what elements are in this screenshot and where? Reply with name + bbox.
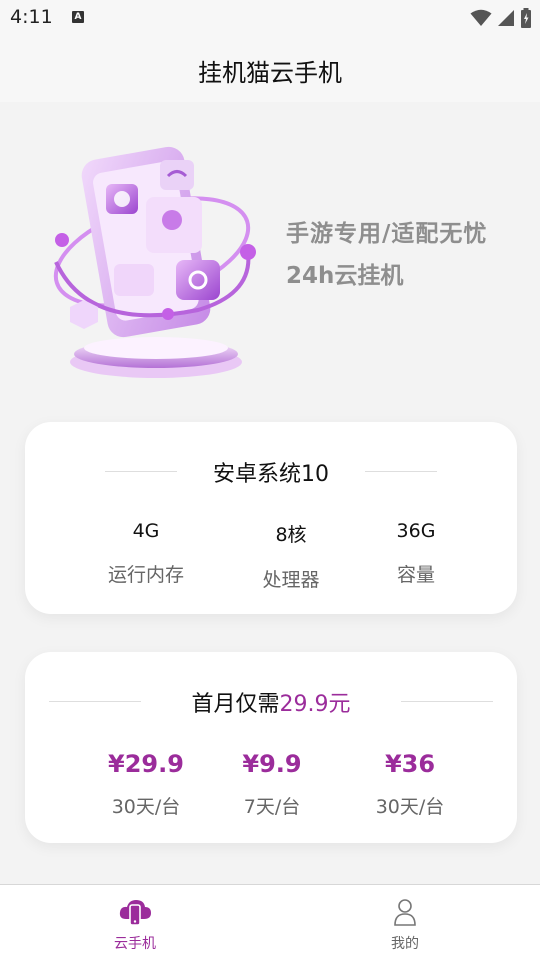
- price-option-3[interactable]: ¥36 30天/台: [340, 750, 480, 819]
- hero-slogan-line2: 24h云挂机: [286, 263, 404, 289]
- price-option-2[interactable]: ¥9.9 7天/台: [202, 750, 342, 819]
- specs-card: 安卓系统10 4G 运行内存 8核 处理器 36G 容量: [25, 422, 517, 614]
- cloud-phone-icon: [119, 900, 151, 926]
- spec-value: 8核: [275, 524, 307, 546]
- title-divider-left: [105, 471, 177, 472]
- user-icon: [394, 899, 416, 926]
- specs-card-title: 安卓系统10: [213, 462, 329, 487]
- wifi-icon: [470, 9, 492, 26]
- spec-item-memory: 4G 运行内存: [76, 520, 216, 587]
- price-card-title: 首月仅需29.9元: [191, 692, 350, 717]
- notification-a-icon: A: [72, 11, 84, 23]
- status-bar: 4:11 A: [0, 0, 540, 36]
- price-value: ¥29.9: [108, 750, 184, 778]
- cloud-phone-illustration: [53, 146, 256, 378]
- price-title-prefix: 首月仅需: [191, 692, 280, 717]
- price-value: ¥9.9: [242, 750, 302, 778]
- tab-label: 云手机: [114, 936, 156, 952]
- status-time: 4:11: [10, 6, 53, 28]
- price-title-amount: 29.9元: [279, 692, 351, 717]
- specs-card-header: 安卓系统10: [25, 456, 517, 487]
- price-option-1[interactable]: ¥29.9 30天/台: [76, 750, 216, 819]
- price-unit: 30天/台: [375, 796, 445, 818]
- price-unit: 7天/台: [243, 796, 301, 818]
- title-divider-right: [401, 701, 493, 702]
- tab-mine[interactable]: 我的: [270, 885, 540, 961]
- spec-item-processor: 8核 处理器: [221, 520, 361, 592]
- spec-label: 容量: [396, 564, 435, 586]
- spec-label: 运行内存: [107, 564, 184, 586]
- spec-item-storage: 36G 容量: [346, 520, 486, 587]
- spec-label: 处理器: [262, 569, 320, 591]
- hero-banner: 手游专用/适配无忧 24h云挂机: [0, 102, 540, 402]
- tab-cloud-phone[interactable]: 云手机: [0, 885, 270, 961]
- spec-value: 4G: [132, 520, 160, 542]
- signal-icon: [497, 9, 514, 26]
- title-divider-right: [365, 471, 437, 472]
- bottom-tab-bar: 云手机 我的: [0, 884, 540, 961]
- status-icons: [470, 7, 532, 29]
- battery-icon: [521, 7, 531, 28]
- app-bar: 挂机猫云手机: [0, 36, 540, 102]
- page-title: 挂机猫云手机: [198, 59, 342, 87]
- spec-value: 36G: [396, 520, 436, 542]
- price-card-header: 首月仅需29.9元: [25, 686, 517, 717]
- price-card[interactable]: 首月仅需29.9元 ¥29.9 30天/台 ¥9.9 7天/台 ¥36 30天/…: [25, 652, 517, 843]
- price-value: ¥36: [384, 750, 436, 778]
- price-unit: 30天/台: [111, 796, 181, 818]
- hero-slogan-line1: 手游专用/适配无忧: [286, 221, 488, 247]
- title-divider-left: [49, 701, 141, 702]
- tab-label: 我的: [391, 936, 419, 952]
